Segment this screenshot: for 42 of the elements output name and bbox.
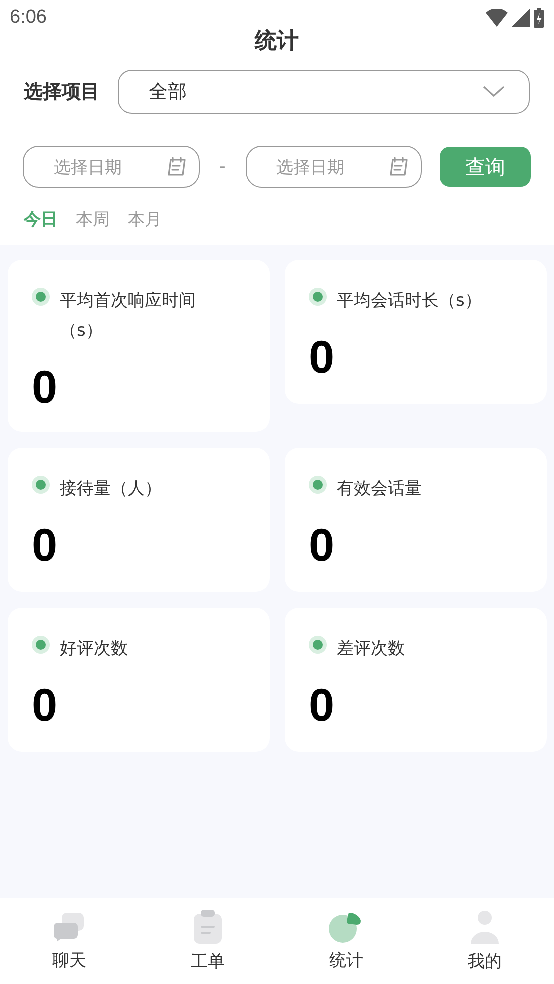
stat-value: 0 xyxy=(32,678,59,732)
status-dot xyxy=(36,640,46,650)
person-icon xyxy=(468,910,501,944)
chat-bubbles-icon xyxy=(52,910,86,942)
period-tab[interactable]: 今日 xyxy=(24,208,58,231)
status-dot xyxy=(313,480,323,490)
clipboard-icon xyxy=(192,910,223,944)
project-label: 选择项目 xyxy=(24,80,100,105)
project-dropdown[interactable]: 全部 xyxy=(118,70,530,114)
nav-tab[interactable]: 工单 xyxy=(138,898,277,984)
calendar-icon xyxy=(166,157,189,177)
stat-value: 0 xyxy=(309,518,336,572)
stat-label: 好评次数 xyxy=(60,638,128,661)
stat-value: 0 xyxy=(309,678,336,732)
status-dot xyxy=(313,640,323,650)
date-separator: - xyxy=(218,157,227,177)
stat-label: 平均会话时长（s） xyxy=(337,290,482,313)
status-dot xyxy=(36,292,46,302)
chevron-down-icon xyxy=(483,86,505,98)
period-tab[interactable]: 本周 xyxy=(76,208,110,231)
stat-label: 有效会话量 xyxy=(337,478,422,501)
battery-icon xyxy=(534,8,544,28)
stat-label: 差评次数 xyxy=(337,638,405,661)
page-title: 统计 xyxy=(255,28,299,56)
status-dot xyxy=(36,480,46,490)
stat-value: 0 xyxy=(32,360,59,414)
start-date-field[interactable]: 选择日期 xyxy=(23,146,200,188)
stat-label: 接待量（人） xyxy=(60,478,162,501)
signal-icon xyxy=(512,9,530,27)
status-time: 6:06 xyxy=(10,7,47,29)
nav-tab[interactable]: 聊天 xyxy=(0,898,138,984)
status-dot xyxy=(313,292,323,302)
stat-value: 0 xyxy=(309,330,336,384)
nav-tab[interactable]: 统计 xyxy=(277,898,416,984)
stat-label: 平均首次响应时间（s） xyxy=(60,290,197,343)
query-button[interactable]: 查询 xyxy=(440,147,532,187)
pie-chart-icon xyxy=(329,910,364,942)
end-date-field[interactable]: 选择日期 xyxy=(246,146,422,188)
wifi-icon xyxy=(486,9,508,27)
period-tab[interactable]: 本月 xyxy=(128,208,162,231)
nav-tab[interactable]: 我的 xyxy=(416,898,554,984)
stat-value: 0 xyxy=(32,518,59,572)
